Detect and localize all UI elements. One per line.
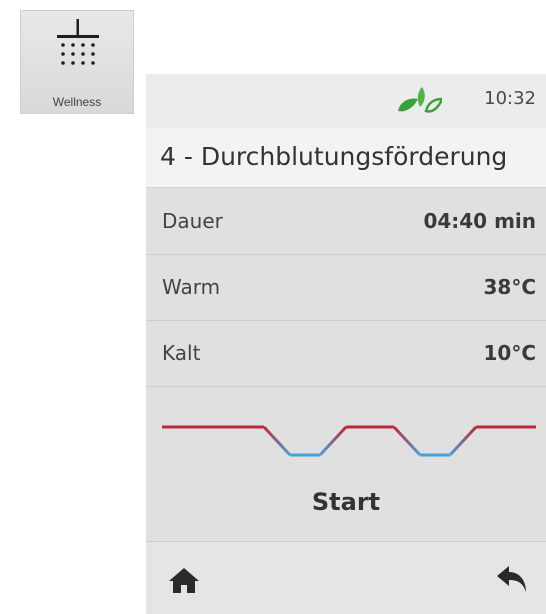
temperature-cycle-graph <box>162 425 536 457</box>
setting-row-warm[interactable]: Warm 38°C <box>146 255 546 321</box>
setting-label: Kalt <box>162 341 201 365</box>
shower-icon <box>57 19 99 65</box>
home-icon[interactable] <box>168 566 200 594</box>
program-area: Start <box>146 387 546 542</box>
setting-label: Warm <box>162 275 221 299</box>
setting-value: 04:40 min <box>423 209 536 233</box>
leaf-logo-icon <box>398 87 442 113</box>
shower-control-screen: 10:32 4 - Durchblutungsförderung Dauer 0… <box>146 74 546 614</box>
back-arrow-icon[interactable] <box>496 564 528 594</box>
status-bar: 10:32 <box>146 74 546 128</box>
setting-label: Dauer <box>162 209 223 233</box>
bottom-bar <box>146 542 546 614</box>
wellness-tile[interactable]: Wellness <box>20 10 134 114</box>
setting-row-kalt[interactable]: Kalt 10°C <box>146 321 546 387</box>
setting-value: 38°C <box>483 275 536 299</box>
wellness-label: Wellness <box>52 95 102 109</box>
setting-value: 10°C <box>483 341 536 365</box>
program-title: 4 - Durchblutungsförderung <box>160 142 508 171</box>
clock: 10:32 <box>484 88 536 109</box>
title-bar: 4 - Durchblutungsförderung <box>146 128 546 188</box>
setting-row-dauer[interactable]: Dauer 04:40 min <box>146 189 546 255</box>
start-button[interactable]: Start <box>146 477 546 527</box>
